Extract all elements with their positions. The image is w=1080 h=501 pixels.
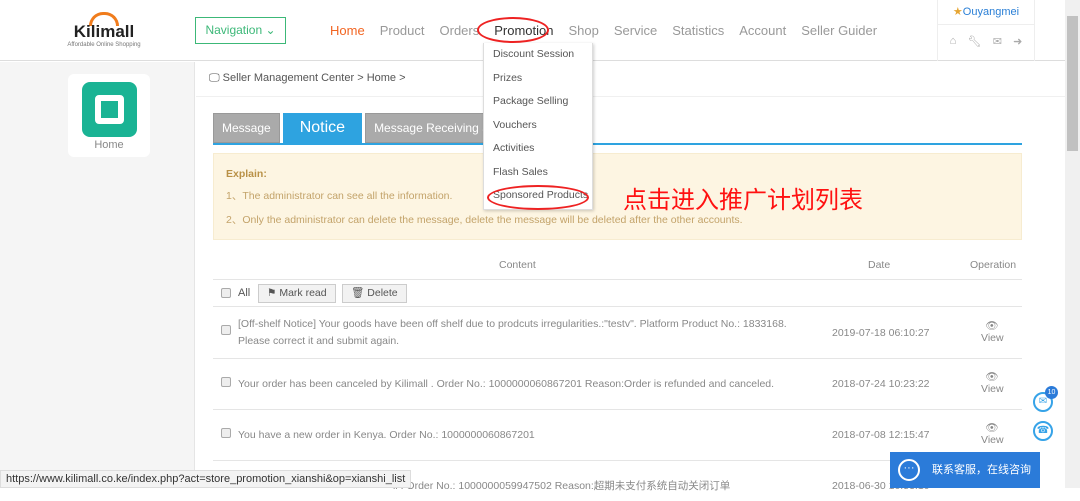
mail-icon[interactable]: ✉ (993, 35, 1002, 48)
mark-read-label: Mark read (279, 287, 327, 299)
explain-title: Explain: (226, 168, 267, 180)
sidebar-home[interactable]: Home (68, 74, 150, 157)
chat-bubble-icon: ··· (898, 459, 920, 481)
menu-orders[interactable]: Orders (440, 23, 480, 38)
trash-icon: 🗑︎ (351, 287, 365, 299)
dropdown-activities[interactable]: Activities (484, 137, 592, 161)
header-content: Content (499, 259, 536, 271)
user-name-link[interactable]: ★Ouyangmei (938, 0, 1034, 25)
row-date: 2018-07-24 10:23:22 (832, 378, 930, 390)
navigation-label: Navigation (205, 23, 263, 37)
eye-icon: 👁︎ (985, 320, 999, 332)
explain-line: 2、Only the administrator can delete the … (226, 214, 743, 226)
dropdown-vouchers[interactable]: Vouchers (484, 114, 592, 138)
wrench-icon[interactable]: 🔧︎ (968, 35, 982, 48)
eye-icon: 👁︎ (985, 422, 999, 434)
row-checkbox[interactable] (221, 325, 231, 335)
status-bar-url: https://www.kilimall.co.ke/index.php?act… (0, 470, 412, 488)
breadcrumb-seller-center[interactable]: Seller Management Center (223, 72, 354, 84)
explain-box: Explain: 1、The administrator can see all… (213, 153, 1022, 240)
table-row: [Off-shelf Notice] Your goods have been … (213, 307, 1022, 359)
dropdown-prizes[interactable]: Prizes (484, 67, 592, 91)
sponsored-highlight-circle (487, 185, 589, 210)
annotation-text: 点击进入推广计划列表 (623, 187, 863, 214)
view-label: View (981, 383, 1004, 395)
menu-account[interactable]: Account (739, 23, 786, 38)
dropdown-discount-session[interactable]: Discount Session (484, 43, 592, 67)
sidebar: Home (0, 62, 195, 488)
main-menu: Home Product Orders Promotion Shop Servi… (330, 23, 892, 38)
scrollbar-thumb[interactable] (1067, 16, 1078, 151)
tab-message[interactable]: Message (213, 113, 280, 143)
view-button[interactable]: 👁︎ View (981, 319, 1004, 344)
star-icon: ★ (952, 6, 963, 18)
tabs: Message Notice Message Receiving S (213, 113, 500, 143)
tab-underline (213, 143, 1022, 145)
row-content: Your order has been canceled by Kilimall… (238, 378, 775, 390)
view-label: View (981, 434, 1004, 446)
menu-service[interactable]: Service (614, 23, 657, 38)
kilimall-logo[interactable]: Kilimall Affordable Online Shopping (64, 12, 144, 48)
header-operation: Operation (970, 259, 1017, 271)
row-content: You have a new order in Kenya. Order No.… (238, 429, 535, 441)
monitor-icon: 🖵︎ (209, 72, 220, 84)
select-all-label: All (238, 287, 251, 299)
view-button[interactable]: 👁︎ View (981, 370, 1004, 395)
dropdown-package-selling[interactable]: Package Selling (484, 90, 592, 114)
header-date: Date (868, 259, 891, 271)
delete-label: Delete (367, 287, 398, 299)
view-button[interactable]: 👁︎ View (981, 421, 1004, 446)
divider (196, 96, 1065, 97)
row-date: 2018-07-08 12:15:47 (832, 429, 930, 441)
home-icon[interactable]: ⌂ (950, 35, 957, 48)
navigation-dropdown[interactable]: Navigation ⌄ (195, 17, 286, 44)
home-app-icon (81, 82, 137, 137)
tab-notice[interactable]: Notice (282, 113, 363, 143)
service-float-icon[interactable]: ☎ (1033, 421, 1053, 441)
dropdown-flash-sales[interactable]: Flash Sales (484, 161, 592, 185)
tab-message-receiving-settings[interactable]: Message Receiving S (365, 113, 500, 143)
promotion-highlight-circle (477, 17, 549, 43)
breadcrumb: 🖵︎ Seller Management Center > Home > (209, 72, 406, 84)
flag-icon: ⚑ (267, 287, 277, 299)
sidebar-home-label: Home (94, 139, 124, 151)
menu-shop[interactable]: Shop (568, 23, 598, 38)
user-panel: ★Ouyangmei ⌂ 🔧︎ ✉ ➜ (937, 0, 1035, 61)
message-badge: 10 (1045, 386, 1058, 399)
view-label: View (981, 332, 1004, 344)
row-checkbox[interactable] (221, 377, 231, 387)
user-name: Ouyangmei (962, 6, 1020, 18)
table-row: Your order has been canceled by Kilimall… (213, 359, 1022, 410)
row-content: [Off-shelf Notice] Your goods have been … (238, 318, 787, 347)
table-toolbar: All ⚑ Mark read 🗑︎ Delete (213, 281, 1022, 307)
chat-label: 联系客服，在线咨询 (932, 464, 1031, 476)
logo-tagline: Affordable Online Shopping (67, 42, 141, 48)
delete-button[interactable]: 🗑︎ Delete (342, 284, 407, 303)
mark-read-button[interactable]: ⚑ Mark read (258, 284, 336, 303)
logout-icon[interactable]: ➜ (1013, 35, 1022, 48)
chevron-down-icon: ⌄ (265, 23, 276, 37)
explain-line: 1、The administrator can see all the info… (226, 190, 453, 202)
online-chat-button[interactable]: ··· 联系客服，在线咨询 (890, 452, 1040, 488)
page-scrollbar[interactable] (1065, 0, 1080, 488)
menu-home[interactable]: Home (330, 23, 365, 38)
select-all-checkbox[interactable] (221, 288, 231, 298)
menu-product[interactable]: Product (380, 23, 425, 38)
breadcrumb-home[interactable]: Home (367, 72, 396, 84)
menu-seller-guider[interactable]: Seller Guider (801, 23, 877, 38)
table-header: Content Date Operation (213, 250, 1022, 280)
eye-icon: 👁︎ (985, 371, 999, 383)
row-date: 2019-07-18 06:10:27 (832, 327, 930, 339)
row-checkbox[interactable] (221, 428, 231, 438)
menu-statistics[interactable]: Statistics (672, 23, 724, 38)
logo-text: Kilimall (73, 22, 135, 41)
